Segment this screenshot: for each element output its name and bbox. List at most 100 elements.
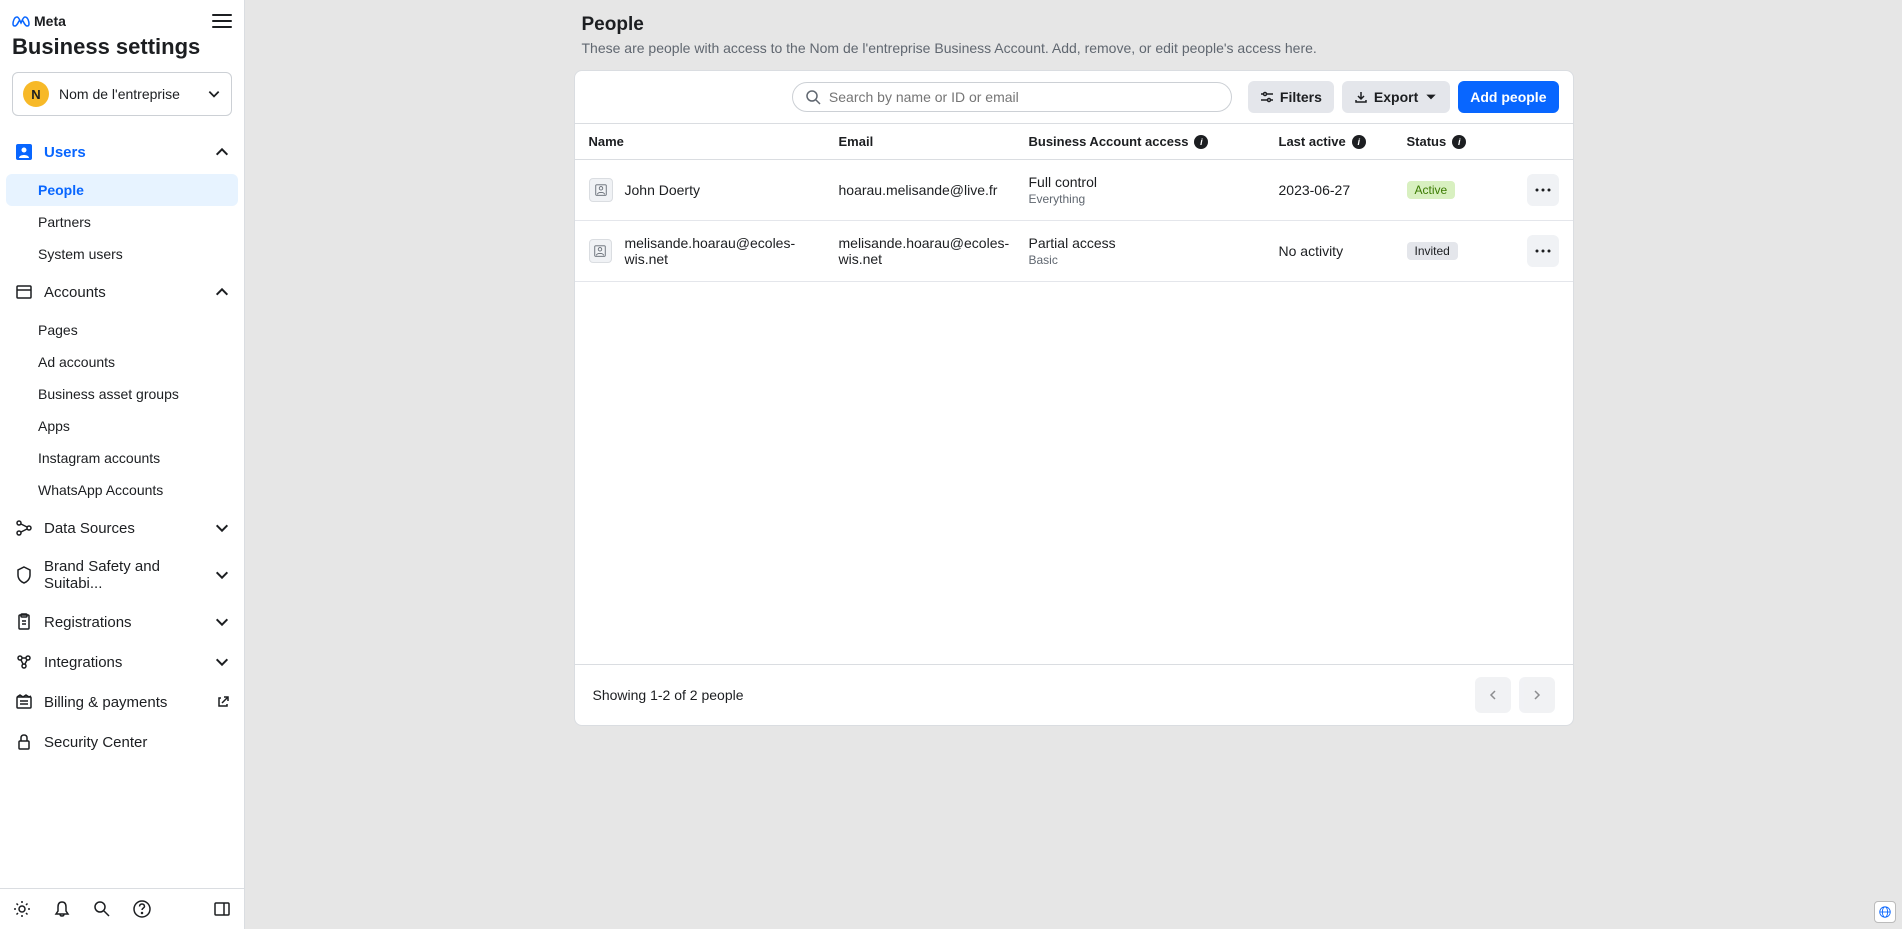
org-avatar: N [23,81,49,107]
nav-integrations[interactable]: Integrations [6,642,238,682]
export-label: Export [1374,89,1418,105]
person-email: melisande.hoarau@ecoles-wis.net [839,235,1029,267]
nav-sub-system-users[interactable]: System users [6,238,238,270]
nav-billing-label: Billing & payments [44,694,206,711]
meta-logo-icon [12,12,30,30]
chevron-down-icon [214,654,230,670]
nav-security[interactable]: Security Center [6,722,238,762]
accounts-icon [14,282,34,302]
nav-billing[interactable]: Billing & payments [6,682,238,722]
org-selector[interactable]: N Nom de l'entreprise [12,72,232,116]
more-icon [1535,249,1551,253]
access-detail: Everything [1029,192,1279,206]
bell-icon[interactable] [52,899,72,919]
nav-sub-people[interactable]: People [6,174,238,206]
people-card: Filters Export Add people [574,70,1574,726]
brand-text: Meta [34,13,66,29]
help-icon[interactable] [132,899,152,919]
column-email: Email [839,134,1029,149]
nav-data-sources-label: Data Sources [44,520,204,537]
nav-brand-safety[interactable]: Brand Safety and Suitabi... [6,548,238,602]
access-detail: Basic [1029,253,1279,267]
chevron-up-icon [214,284,230,300]
table-row[interactable]: John Doerty hoarau.melisande@live.fr Ful… [575,160,1573,221]
column-name: Name [589,134,839,149]
add-people-label: Add people [1470,89,1546,105]
more-icon [1535,188,1551,192]
info-icon[interactable]: i [1352,135,1366,149]
users-icon [14,142,34,162]
nav-brand-safety-label: Brand Safety and Suitabi... [44,558,204,592]
brand: Meta [12,12,66,30]
search-icon[interactable] [92,899,112,919]
nav-registrations[interactable]: Registrations [6,602,238,642]
nav-accounts-label: Accounts [44,284,204,301]
gear-icon[interactable] [12,899,32,919]
filters-label: Filters [1280,89,1322,105]
nav-data-sources[interactable]: Data Sources [6,508,238,548]
org-name: Nom de l'entreprise [59,86,180,102]
data-sources-icon [14,518,34,538]
chevron-up-icon [214,144,230,160]
info-icon[interactable]: i [1452,135,1466,149]
content-title: People [582,14,1566,36]
filters-button[interactable]: Filters [1248,81,1334,113]
nav-sub-asset-groups[interactable]: Business asset groups [6,378,238,410]
table-header: Name Email Business Account accessi Last… [575,124,1573,160]
integrations-icon [14,652,34,672]
nav-sub-instagram[interactable]: Instagram accounts [6,442,238,474]
person-avatar-icon [589,178,613,202]
chevron-down-icon [214,614,230,630]
nav-security-label: Security Center [44,734,230,751]
add-people-button[interactable]: Add people [1458,81,1558,113]
nav-accounts[interactable]: Accounts [6,272,238,312]
download-icon [1354,90,1368,104]
nav-sub-whatsapp[interactable]: WhatsApp Accounts [6,474,238,506]
search-box[interactable] [792,82,1232,112]
access-level: Full control [1029,174,1279,190]
chevron-down-icon [214,520,230,536]
column-status: Statusi [1407,134,1527,149]
search-icon [805,89,821,105]
next-page-button[interactable] [1519,677,1555,713]
last-active: 2023-06-27 [1279,182,1407,198]
lock-icon [14,732,34,752]
table-row[interactable]: melisande.hoarau@ecoles-wis.net melisand… [575,221,1573,282]
nav-integrations-label: Integrations [44,654,204,671]
nav-sub-pages[interactable]: Pages [6,314,238,346]
row-more-button[interactable] [1527,174,1559,206]
person-name: melisande.hoarau@ecoles-wis.net [624,235,838,267]
chevron-down-icon [214,567,230,583]
billing-icon [14,692,34,712]
export-button[interactable]: Export [1342,81,1450,113]
nav-sub-partners[interactable]: Partners [6,206,238,238]
sidebar: Meta Business settings N Nom de l'entrep… [0,0,245,929]
nav-sub-ad-accounts[interactable]: Ad accounts [6,346,238,378]
person-avatar-icon [589,239,613,263]
shield-icon [14,565,34,585]
person-email: hoarau.melisande@live.fr [839,182,1029,198]
prev-page-button[interactable] [1475,677,1511,713]
panel-icon[interactable] [212,899,232,919]
person-name: John Doerty [625,182,700,198]
column-access: Business Account accessi [1029,134,1279,149]
clipboard-icon [14,612,34,632]
external-link-icon [216,695,230,709]
row-more-button[interactable] [1527,235,1559,267]
chevron-down-icon [207,87,221,101]
globe-icon[interactable] [1874,901,1896,923]
access-level: Partial access [1029,235,1279,251]
search-input[interactable] [829,89,1219,105]
content-subtitle: These are people with access to the Nom … [582,40,1566,56]
chevron-down-icon [1424,90,1438,104]
main-content: People These are people with access to t… [245,0,1902,929]
chevron-left-icon [1487,689,1499,701]
nav-users[interactable]: Users [6,132,238,172]
chevron-right-icon [1531,689,1543,701]
nav-section: Users People Partners System users Accou… [0,124,244,888]
hamburger-icon[interactable] [212,13,232,29]
nav-sub-apps[interactable]: Apps [6,410,238,442]
info-icon[interactable]: i [1194,135,1208,149]
page-title: Business settings [12,34,232,60]
sidebar-footer [0,888,244,929]
